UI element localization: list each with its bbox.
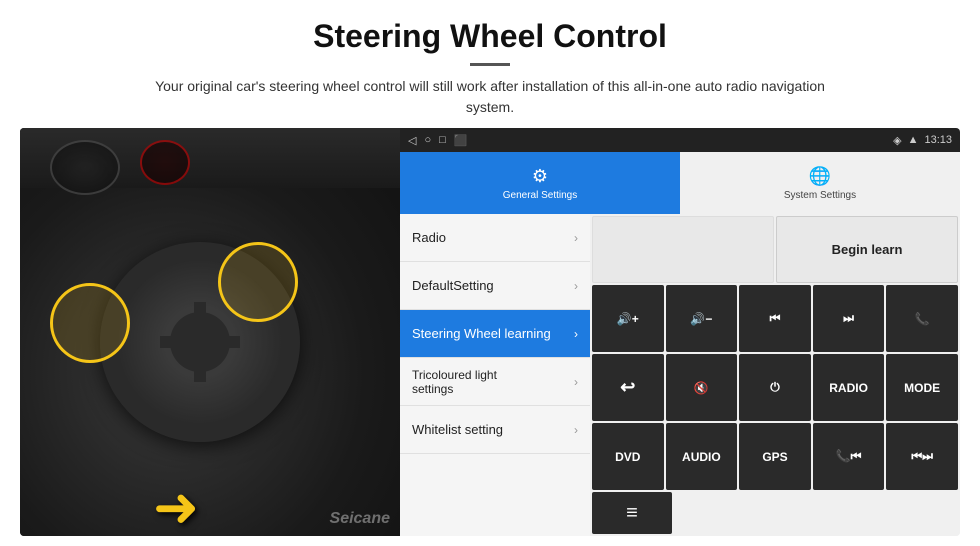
car-image-section: ➜ Seicane xyxy=(20,128,400,536)
menu-item-defaultsetting[interactable]: DefaultSetting › xyxy=(400,262,590,310)
prev-next-button[interactable]: ⏮⏭ xyxy=(886,423,958,490)
ctrl-row-1: Begin learn xyxy=(592,216,958,283)
hamburger-button[interactable]: ≡ xyxy=(592,492,672,534)
steering-wheel-image: ➜ Seicane xyxy=(20,128,400,536)
mute-icon: 🔇 xyxy=(694,381,709,395)
content-area: ➜ Seicane ◁ ○ □ ⬛ ◈ ▲ 13:13 xyxy=(0,128,980,546)
android-statusbar: ◁ ○ □ ⬛ ◈ ▲ 13:13 xyxy=(400,128,960,152)
menu-item-whitelist[interactable]: Whitelist setting › xyxy=(400,406,590,454)
ctrl-row-4: DVD AUDIO GPS 📞⏮ ⏮⏭ xyxy=(592,423,958,490)
menu-steering-label: Steering Wheel learning xyxy=(412,326,551,341)
home-icon[interactable]: ○ xyxy=(424,134,431,147)
volume-up-button[interactable]: 🔊+ xyxy=(592,285,664,352)
begin-learn-button[interactable]: Begin learn xyxy=(776,216,958,283)
ctrl-row-5: ≡ xyxy=(592,492,958,534)
ctrl-empty-slot xyxy=(592,216,774,283)
recents-icon[interactable]: □ xyxy=(439,134,446,147)
phone-icon: 📞 xyxy=(915,312,930,326)
page-subtitle: Your original car's steering wheel contr… xyxy=(140,76,840,118)
dvd-button[interactable]: DVD xyxy=(592,423,664,490)
header-section: Steering Wheel Control Your original car… xyxy=(0,0,980,128)
power-icon: ⏻ xyxy=(770,380,780,395)
left-button-highlight xyxy=(50,283,130,363)
menu-icon[interactable]: ⬛ xyxy=(454,134,468,147)
android-panel: ◁ ○ □ ⬛ ◈ ▲ 13:13 ⚙ General Settings xyxy=(400,128,960,536)
android-main: Radio › DefaultSetting › Steering Wheel … xyxy=(400,214,960,536)
audio-button[interactable]: AUDIO xyxy=(666,423,738,490)
prev-track-button[interactable]: ⏮ xyxy=(739,285,811,352)
statusbar-nav-icons: ◁ ○ □ ⬛ xyxy=(408,134,467,147)
menu-tricoloured-chevron: › xyxy=(574,375,578,389)
volume-down-button[interactable]: 🔊− xyxy=(666,285,738,352)
right-button-highlight xyxy=(218,242,298,322)
title-divider xyxy=(470,63,510,66)
tab-bar: ⚙ General Settings 🌐 System Settings xyxy=(400,152,960,214)
next-track-icon: ⏭ xyxy=(843,311,854,326)
volume-down-icon: 🔊− xyxy=(690,312,712,326)
prev-next-icon: ⏮⏭ xyxy=(911,449,933,464)
watermark: Seicane xyxy=(330,510,390,528)
mode-label: MODE xyxy=(904,381,940,395)
wifi-icon: ▲ xyxy=(908,134,919,146)
gps-label: GPS xyxy=(762,450,787,464)
general-settings-icon: ⚙ xyxy=(532,166,548,187)
status-time: 13:13 xyxy=(924,134,952,146)
system-settings-icon: 🌐 xyxy=(809,166,831,187)
audio-label: AUDIO xyxy=(682,450,721,464)
sw-center-hub xyxy=(170,312,230,372)
menu-radio-label: Radio xyxy=(412,230,446,245)
menu-list: Radio › DefaultSetting › Steering Wheel … xyxy=(400,214,590,536)
phone-prev-button[interactable]: 📞⏮ xyxy=(813,423,885,490)
rpm-gauge xyxy=(140,140,190,185)
return-button[interactable]: ↩ xyxy=(592,354,664,421)
dvd-label: DVD xyxy=(615,450,640,464)
tab-general-label: General Settings xyxy=(503,190,578,201)
ctrl-row-3: ↩ 🔇 ⏻ RADIO MODE xyxy=(592,354,958,421)
hamburger-icon: ≡ xyxy=(626,502,638,525)
menu-whitelist-chevron: › xyxy=(574,423,578,437)
phone-prev-icon: 📞⏮ xyxy=(836,449,862,464)
power-button[interactable]: ⏻ xyxy=(739,354,811,421)
ctrl-row-2: 🔊+ 🔊− ⏮ ⏭ 📞 xyxy=(592,285,958,352)
gps-icon: ◈ xyxy=(893,134,901,147)
mode-button[interactable]: MODE xyxy=(886,354,958,421)
menu-item-tricoloured[interactable]: Tricoloured lightsettings › xyxy=(400,358,590,406)
speedometer xyxy=(50,140,120,195)
tab-general-settings[interactable]: ⚙ General Settings xyxy=(400,152,680,214)
return-icon: ↩ xyxy=(620,377,635,398)
menu-steering-chevron: › xyxy=(574,327,578,341)
page-title: Steering Wheel Control xyxy=(40,18,940,55)
menu-defaultsetting-chevron: › xyxy=(574,279,578,293)
menu-tricoloured-label: Tricoloured lightsettings xyxy=(412,368,497,396)
control-panel: Begin learn 🔊+ 🔊− ⏮ xyxy=(590,214,960,536)
statusbar-right: ◈ ▲ 13:13 xyxy=(893,134,952,147)
menu-item-steering-wheel[interactable]: Steering Wheel learning › xyxy=(400,310,590,358)
phone-button[interactable]: 📞 xyxy=(886,285,958,352)
menu-defaultsetting-label: DefaultSetting xyxy=(412,278,494,293)
prev-track-icon: ⏮ xyxy=(770,311,781,326)
next-track-button[interactable]: ⏭ xyxy=(813,285,885,352)
page-container: Steering Wheel Control Your original car… xyxy=(0,0,980,546)
tab-system-label: System Settings xyxy=(784,190,856,201)
menu-item-radio[interactable]: Radio › xyxy=(400,214,590,262)
radio-button[interactable]: RADIO xyxy=(813,354,885,421)
menu-whitelist-label: Whitelist setting xyxy=(412,422,503,437)
volume-up-icon: 🔊+ xyxy=(617,312,639,326)
mute-button[interactable]: 🔇 xyxy=(666,354,738,421)
tab-system-settings[interactable]: 🌐 System Settings xyxy=(680,152,960,214)
menu-radio-chevron: › xyxy=(574,231,578,245)
gps-button[interactable]: GPS xyxy=(739,423,811,490)
radio-label: RADIO xyxy=(829,381,868,395)
back-icon[interactable]: ◁ xyxy=(408,134,416,147)
